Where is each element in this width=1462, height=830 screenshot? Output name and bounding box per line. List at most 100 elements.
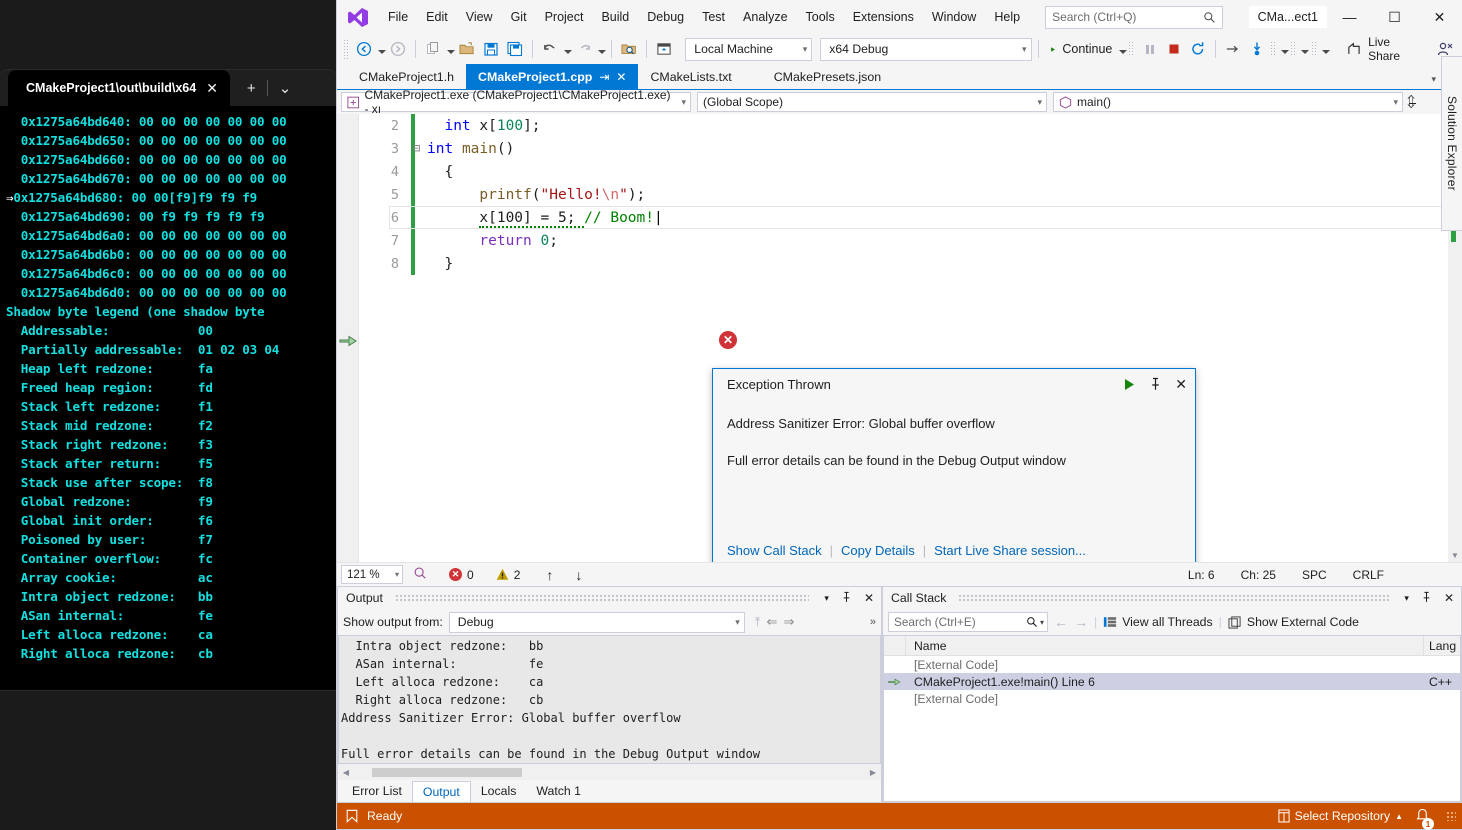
- debug-target-select[interactable]: Local Machine ▾: [685, 38, 812, 61]
- new-item-dropdown-icon[interactable]: [446, 41, 454, 57]
- previous-error-icon[interactable]: ↑: [546, 567, 553, 583]
- tab-cmakepresets-json[interactable]: CMakePresets.json: [762, 64, 893, 89]
- terminal-output[interactable]: 0x1275a64bd640: 00 00 00 00 00 00 00 0x1…: [0, 106, 336, 663]
- search-input[interactable]: Search (Ctrl+Q): [1045, 6, 1223, 29]
- pin-icon[interactable]: ⇥: [599, 70, 609, 84]
- code-editor[interactable]: 2 int x[100];3⊟int main()4 {5 printf("He…: [337, 114, 1462, 562]
- code-line[interactable]: 4 {: [359, 160, 1448, 183]
- chevron-down-icon[interactable]: ▾: [1040, 618, 1044, 627]
- tab-cmakeproject1-h[interactable]: CMakeProject1.h: [347, 64, 466, 89]
- tab-cmakeproject1-cpp[interactable]: CMakeProject1.cpp ⇥ ✕: [466, 64, 638, 89]
- more-icon[interactable]: [1280, 41, 1288, 57]
- code-line[interactable]: 2 int x[100];: [359, 114, 1448, 137]
- tab-locals[interactable]: Locals: [471, 781, 527, 801]
- output-horizontal-scrollbar[interactable]: ◀ ▶: [338, 764, 881, 780]
- exception-thrown-dialog[interactable]: Exception Thrown ✕ Address Sanitizer Err…: [712, 368, 1196, 562]
- step-over-icon[interactable]: [1222, 37, 1244, 61]
- go-to-previous-icon[interactable]: ⇐: [767, 614, 778, 630]
- call-stack-row[interactable]: [External Code]: [884, 656, 1460, 673]
- pin-icon[interactable]: [838, 591, 855, 606]
- toolbar-grip[interactable]: [1128, 41, 1134, 57]
- zoom-select[interactable]: 121 % ▾: [341, 565, 403, 584]
- tab-watch-1[interactable]: Watch 1: [526, 781, 591, 801]
- menu-analyze[interactable]: Analyze: [734, 5, 796, 29]
- navigate-back-icon[interactable]: ←: [1054, 614, 1068, 630]
- pin-icon[interactable]: [1149, 377, 1162, 391]
- chevron-down-icon[interactable]: ▾: [821, 593, 832, 604]
- menu-extensions[interactable]: Extensions: [844, 5, 923, 29]
- forward-arrow-icon[interactable]: [387, 37, 409, 61]
- new-window-icon[interactable]: [653, 37, 675, 61]
- project-select[interactable]: CMakeProject1.exe (CMakeProject1\CMakePr…: [341, 92, 691, 112]
- close-icon[interactable]: ✕: [861, 591, 877, 605]
- new-tab-icon[interactable]: +: [240, 78, 263, 99]
- new-item-icon[interactable]: [422, 37, 444, 61]
- step-into-icon[interactable]: [1246, 37, 1268, 61]
- drag-handle[interactable]: [958, 594, 1389, 602]
- scroll-left-icon[interactable]: ◀: [338, 768, 354, 777]
- menu-debug[interactable]: Debug: [638, 5, 693, 29]
- next-error-icon[interactable]: ↓: [575, 567, 582, 583]
- pause-icon[interactable]: [1139, 37, 1161, 61]
- error-marker-icon[interactable]: ✕: [719, 331, 737, 349]
- menu-view[interactable]: View: [457, 5, 502, 29]
- back-arrow-icon[interactable]: [353, 37, 375, 61]
- call-stack-grid[interactable]: Name Lang [External Code]CMakeProject1.e…: [883, 635, 1461, 802]
- menu-edit[interactable]: Edit: [417, 5, 457, 29]
- tab-output[interactable]: Output: [412, 781, 471, 802]
- navigate-forward-icon[interactable]: →: [1074, 614, 1088, 630]
- select-repository-button[interactable]: Select Repository ▲: [1278, 809, 1403, 823]
- open-folder-icon[interactable]: [456, 37, 478, 61]
- error-count[interactable]: ✕ 0: [449, 568, 474, 582]
- scroll-down-icon[interactable]: ▼: [1448, 548, 1462, 562]
- clear-all-icon[interactable]: ⤒: [751, 614, 761, 630]
- lang-column-header[interactable]: Lang: [1424, 639, 1460, 653]
- close-icon[interactable]: ✕: [1175, 376, 1187, 393]
- redo-dropdown-icon[interactable]: [597, 41, 605, 57]
- scroll-right-icon[interactable]: ▶: [865, 768, 881, 777]
- scroll-thumb[interactable]: [372, 768, 522, 777]
- minimize-button[interactable]: —: [1327, 0, 1372, 34]
- undo-dropdown-icon[interactable]: [563, 41, 571, 57]
- live-share-button[interactable]: Live Share: [1345, 37, 1422, 61]
- toolbar-overflow-icon[interactable]: »: [870, 616, 876, 628]
- close-icon[interactable]: ✕: [616, 70, 626, 84]
- solution-explorer-tab[interactable]: Solution Explorer: [1441, 56, 1462, 231]
- menu-window[interactable]: Window: [923, 5, 985, 29]
- build-config-select[interactable]: x64 Debug ▾: [820, 38, 1031, 61]
- undo-icon[interactable]: [539, 37, 561, 61]
- menu-file[interactable]: File: [379, 5, 417, 29]
- code-line[interactable]: 7 return 0;: [359, 229, 1448, 252]
- continue-icon[interactable]: [1123, 378, 1136, 391]
- pin-icon[interactable]: [1418, 591, 1435, 606]
- show-call-stack-link[interactable]: Show Call Stack: [727, 543, 822, 558]
- warning-count[interactable]: 2: [496, 568, 521, 582]
- notifications-button[interactable]: 1: [1415, 807, 1430, 826]
- drag-handle[interactable]: [395, 594, 809, 602]
- tab-cmakelists-txt[interactable]: CMakeLists.txt: [638, 64, 743, 89]
- restart-icon[interactable]: [1187, 37, 1209, 61]
- more-icon[interactable]: [1321, 41, 1329, 57]
- member-select[interactable]: main() ▾: [1053, 92, 1403, 112]
- code-line[interactable]: 8 }: [359, 252, 1448, 275]
- output-source-select[interactable]: Debug ▾: [449, 612, 745, 633]
- close-icon[interactable]: ✕: [206, 80, 218, 97]
- save-all-icon[interactable]: [504, 37, 526, 61]
- code-line[interactable]: 5 printf("Hello!\n");: [359, 183, 1448, 206]
- menu-test[interactable]: Test: [693, 5, 734, 29]
- continue-button[interactable]: Continue: [1044, 37, 1116, 61]
- scope-select[interactable]: (Global Scope) ▾: [697, 92, 1047, 112]
- maximize-button[interactable]: ☐: [1372, 0, 1417, 34]
- chevron-down-icon[interactable]: ▾: [1431, 74, 1436, 85]
- call-stack-search-input[interactable]: Search (Ctrl+E) ▾: [888, 612, 1048, 632]
- menu-git[interactable]: Git: [502, 5, 536, 29]
- terminal-tab[interactable]: CMakeProject1\out\build\x64 ✕: [8, 70, 230, 106]
- tab-error-list[interactable]: Error List: [342, 781, 412, 801]
- split-editor-icon[interactable]: ⎯⇕: [1409, 94, 1424, 111]
- code-line[interactable]: 3⊟int main(): [359, 137, 1448, 160]
- continue-dropdown-icon[interactable]: [1118, 41, 1126, 57]
- eol-indicator[interactable]: CRLF: [1353, 568, 1384, 582]
- view-all-threads-button[interactable]: View all Threads: [1103, 615, 1212, 629]
- name-column-header[interactable]: Name: [906, 636, 1424, 656]
- spaces-indicator[interactable]: SPC: [1302, 568, 1327, 582]
